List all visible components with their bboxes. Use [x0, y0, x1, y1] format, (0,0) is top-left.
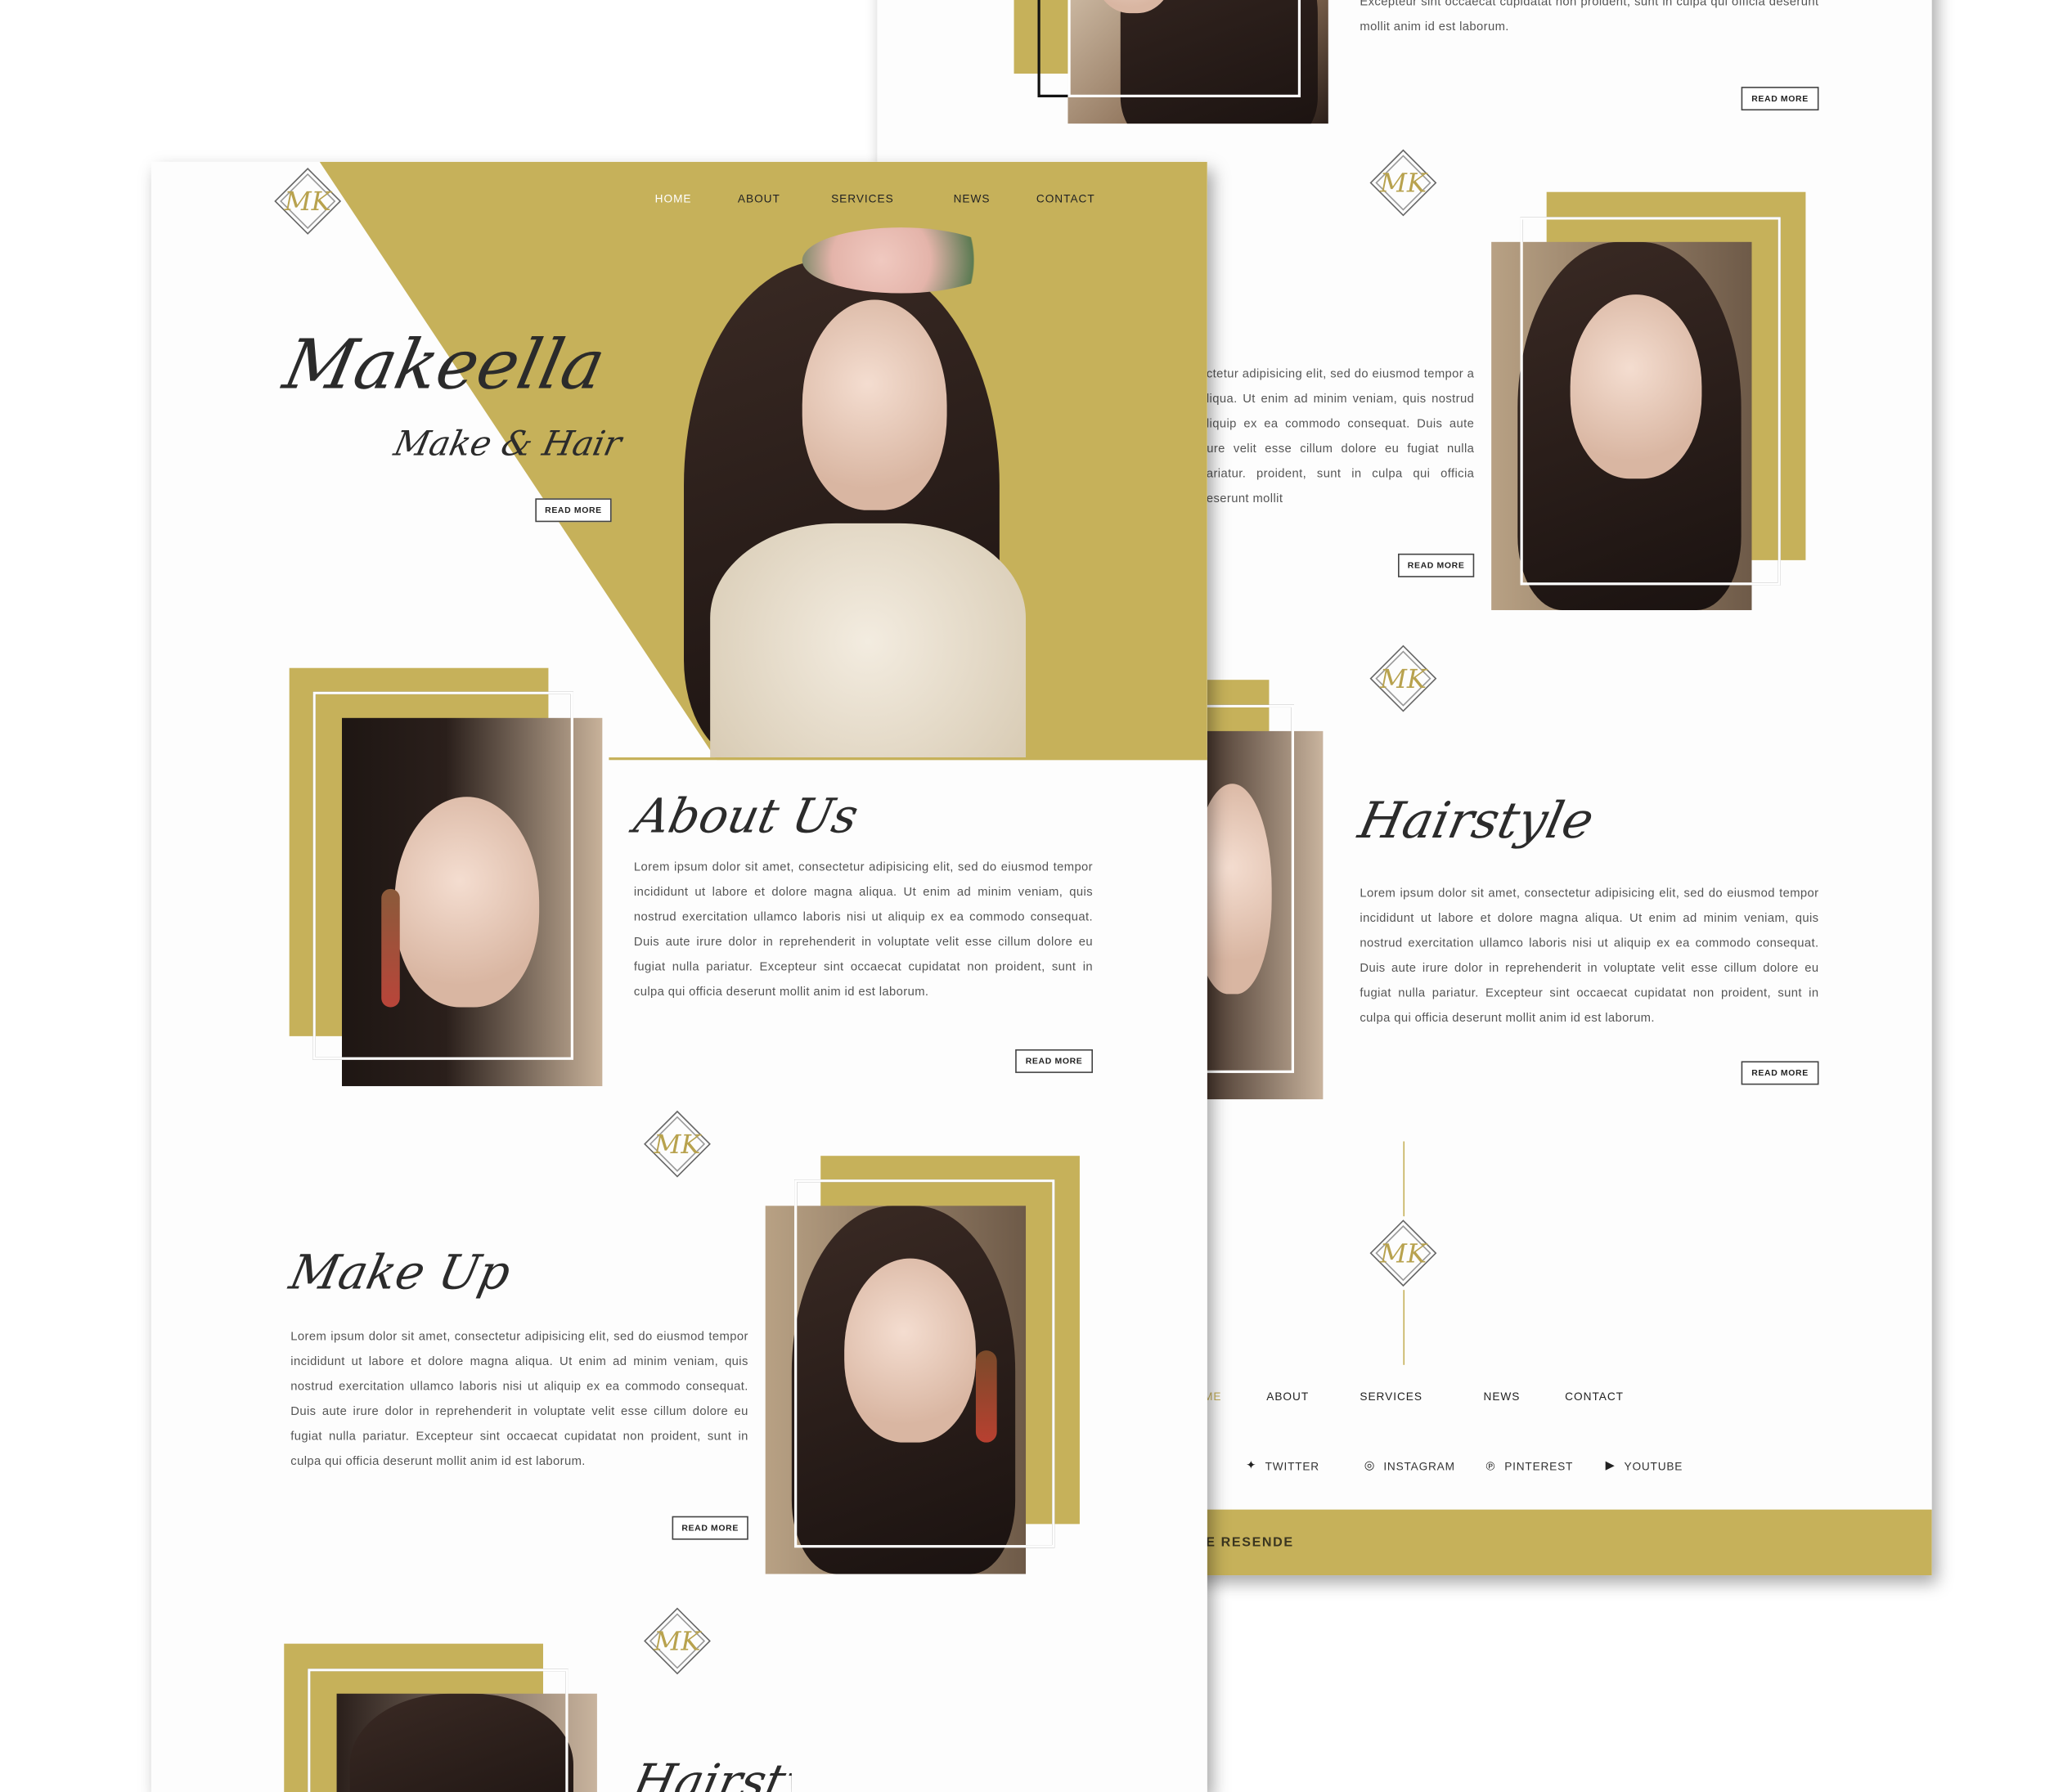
white-frame	[1067, 0, 1301, 97]
nav-news[interactable]: NEWS	[954, 192, 991, 205]
logo-divider: MK	[640, 1604, 714, 1677]
social-pinterest[interactable]: ℗ PINTEREST	[1484, 1458, 1574, 1473]
top-paragraph: Excepteur sint occaecat cupidatat non pr…	[1360, 0, 1819, 34]
about-paragraph: Lorem ipsum dolor sit amet, consectetur …	[633, 860, 1094, 998]
social-label: TWITTER	[1265, 1458, 1319, 1472]
youtube-icon: ▶	[1605, 1457, 1616, 1472]
social-twitter[interactable]: ✦ TWITTER	[1244, 1458, 1319, 1473]
hero-read-more-button[interactable]: READ MORE	[535, 498, 612, 523]
social-label: INSTAGRAM	[1383, 1458, 1455, 1472]
flower-crown	[802, 227, 1000, 294]
mockup-stage: Excepteur sint occaecat cupidatat non pr…	[0, 0, 2045, 1792]
twitter-icon: ✦	[1246, 1457, 1257, 1472]
read-more-button[interactable]: READ MORE	[672, 1516, 748, 1540]
makeup-paragraph: Lorem ipsum dolor sit amet, consectetur …	[290, 1329, 748, 1467]
title-clip: Hairstyle	[634, 1755, 792, 1792]
white-frame	[1520, 217, 1781, 586]
white-frame	[312, 691, 573, 1060]
section-title: About Us	[629, 790, 863, 845]
nav-services[interactable]: SERVICES	[831, 192, 894, 205]
logo-divider: MK	[1366, 642, 1440, 716]
front-page: MK HOME ABOUT SERVICES NEWS CONTACT Make…	[151, 161, 1207, 1792]
footer-logo: MK	[1366, 1216, 1440, 1291]
white-frame	[794, 1179, 1055, 1548]
nav-about[interactable]: ABOUT	[738, 192, 780, 205]
white-frame	[308, 1668, 569, 1792]
footer-nav-services[interactable]: SERVICES	[1360, 1390, 1423, 1403]
logo-divider: MK	[640, 1107, 714, 1181]
white-frame	[1193, 704, 1294, 1073]
section-title-partial: Hairstyle	[633, 1755, 792, 1792]
logo-divider: MK	[1366, 146, 1440, 219]
read-more-button[interactable]: READ MORE	[1398, 553, 1475, 577]
social-label: PINTEREST	[1504, 1458, 1574, 1472]
header-logo[interactable]: MK	[271, 164, 344, 238]
social-instagram[interactable]: ◎ INSTAGRAM	[1363, 1458, 1455, 1473]
read-more-button[interactable]: READ MORE	[1741, 1061, 1819, 1085]
footer-nav-contact[interactable]: CONTACT	[1565, 1390, 1624, 1403]
sweater	[710, 523, 1027, 758]
section-title: Make Up	[285, 1246, 515, 1301]
nav-contact[interactable]: CONTACT	[1036, 192, 1095, 205]
brand-name: Makeella	[276, 326, 612, 406]
hero-photo	[605, 221, 1092, 758]
hairstyle-paragraph: Lorem ipsum dolor sit amet, consectetur …	[1360, 886, 1819, 1024]
footer-nav-news[interactable]: NEWS	[1484, 1390, 1521, 1403]
instagram-icon: ◎	[1364, 1457, 1376, 1472]
social-youtube[interactable]: ▶ YOUTUBE	[1603, 1458, 1683, 1473]
read-more-button[interactable]: READ MORE	[1741, 87, 1819, 111]
section-title: Hairstyle	[1353, 791, 1599, 850]
brand-tagline: Make & Hair	[390, 424, 625, 465]
read-more-button[interactable]: READ MORE	[1015, 1049, 1094, 1073]
social-label: YOUTUBE	[1624, 1458, 1683, 1472]
footer-nav-about[interactable]: ABOUT	[1266, 1390, 1309, 1403]
partial-paragraph: ectetur adipisicing elit, sed do eiusmod…	[1199, 366, 1475, 505]
pinterest-icon: ℗	[1485, 1458, 1496, 1472]
hero-underline	[609, 757, 1207, 761]
nav-home[interactable]: HOME	[655, 192, 692, 205]
